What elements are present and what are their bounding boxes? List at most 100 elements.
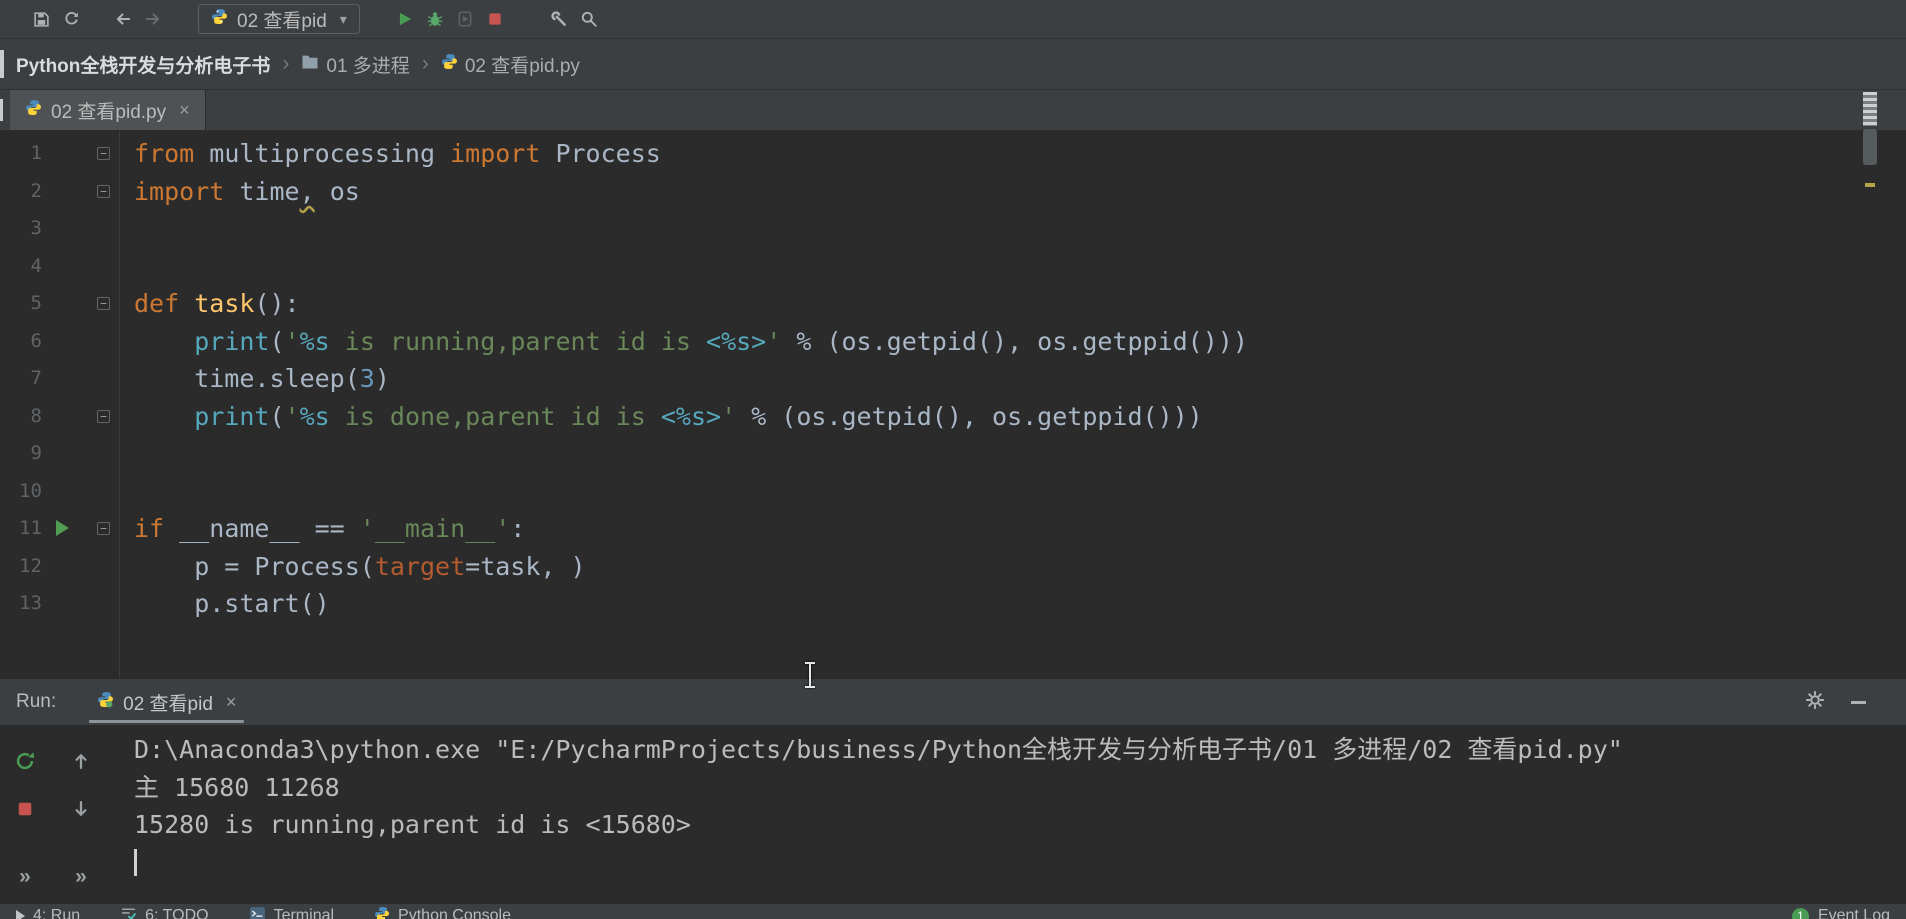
code-line[interactable]: 3 bbox=[0, 210, 1906, 248]
code-token: time bbox=[224, 176, 300, 206]
code-line[interactable]: 12 p = Process(target=task, ) bbox=[0, 548, 1906, 586]
run-console-panel: » » D:\Anaconda3\python.exe "E:/PycharmP… bbox=[0, 725, 1906, 903]
sync-icon[interactable] bbox=[56, 5, 86, 33]
code-line[interactable]: 1− from multiprocessing import Process bbox=[0, 135, 1906, 173]
code-editor[interactable]: 1− from multiprocessing import Process 2− i… bbox=[0, 131, 1906, 678]
gutter: 7 bbox=[0, 360, 119, 398]
toolwindow-label: 6: TODO bbox=[145, 907, 209, 919]
fold-marker-icon[interactable]: − bbox=[97, 409, 110, 423]
stop-console-icon[interactable] bbox=[12, 796, 38, 822]
breadcrumb-file[interactable]: 02 查看pid.py bbox=[441, 51, 580, 78]
scrollbar-thumb[interactable] bbox=[1863, 129, 1877, 165]
line-number[interactable]: 13 bbox=[0, 585, 42, 623]
run-icon[interactable] bbox=[390, 5, 420, 33]
up-arrow-icon[interactable] bbox=[68, 748, 94, 774]
line-number[interactable]: 9 bbox=[0, 435, 42, 473]
code-token: ' bbox=[284, 401, 300, 431]
line-number[interactable]: 7 bbox=[0, 360, 42, 398]
run-gutter-icon[interactable] bbox=[56, 520, 69, 536]
line-number[interactable]: 11 bbox=[0, 510, 42, 548]
code-line[interactable]: 6 print('%s is running,parent id is <%s>… bbox=[0, 323, 1906, 361]
code-line[interactable]: 5− def task(): bbox=[0, 285, 1906, 323]
rerun-icon[interactable] bbox=[12, 748, 38, 774]
line-number[interactable]: 6 bbox=[0, 323, 42, 361]
code-line[interactable]: 2 − import time, os bbox=[0, 173, 1906, 211]
line-number[interactable]: 3 bbox=[0, 210, 42, 248]
run-config-selector[interactable]: 02 查看pid ▾ bbox=[198, 4, 360, 34]
fold-marker-icon[interactable]: − bbox=[97, 147, 110, 160]
code-text: print('%s is done,parent id is <%s>' % (… bbox=[119, 398, 1203, 436]
mouse-cursor-ibeam bbox=[803, 661, 817, 689]
code-token: import bbox=[450, 139, 541, 168]
code-text: import time, os bbox=[119, 173, 360, 211]
line-number[interactable]: 2 bbox=[0, 173, 42, 211]
wrench-icon[interactable] bbox=[544, 5, 574, 33]
code-line[interactable]: 11− if __name__ == '__main__': bbox=[0, 510, 1906, 548]
gutter: 8− bbox=[0, 398, 119, 436]
breadcrumb-folder[interactable]: 01 多进程 bbox=[301, 51, 410, 78]
code-line[interactable]: 9 bbox=[0, 435, 1906, 473]
code-token: % (os.getpid(), os.getppid())) bbox=[736, 401, 1203, 431]
folder-icon bbox=[301, 53, 319, 75]
run-panel-header-actions bbox=[1805, 690, 1890, 715]
code-token: %s bbox=[299, 326, 330, 356]
code-line[interactable]: 8− print('%s is done,parent id is <%s>' … bbox=[0, 398, 1906, 436]
back-icon[interactable] bbox=[108, 5, 138, 33]
down-arrow-icon[interactable] bbox=[68, 796, 94, 822]
status-bar: 4: Run 6: TODO Terminal Python Console 1… bbox=[0, 903, 1906, 919]
search-icon[interactable] bbox=[574, 5, 604, 33]
code-token: ( bbox=[269, 401, 285, 431]
code-line[interactable]: 13 p.start() bbox=[0, 585, 1906, 623]
coverage-icon[interactable] bbox=[450, 5, 480, 33]
code-line[interactable]: 4 bbox=[0, 248, 1906, 286]
code-token: def bbox=[134, 289, 195, 318]
toolwindow-run-button[interactable]: 4: Run bbox=[16, 907, 80, 919]
debug-icon[interactable] bbox=[420, 5, 450, 33]
code-line[interactable]: 10 bbox=[0, 473, 1906, 511]
fold-marker-icon[interactable]: − bbox=[97, 297, 110, 310]
code-text: p.start() bbox=[119, 585, 329, 623]
line-number[interactable]: 5 bbox=[0, 285, 42, 323]
forward-icon[interactable] bbox=[138, 5, 168, 33]
gutter: 11 − bbox=[0, 510, 119, 548]
event-log-button[interactable]: 1 Event Log bbox=[1791, 907, 1890, 919]
line-number[interactable]: 1 bbox=[0, 135, 42, 173]
line-number[interactable]: 8 bbox=[0, 398, 42, 436]
warning-stripe-mark[interactable] bbox=[1865, 183, 1875, 187]
editor-tab-label: 02 查看pid.py bbox=[51, 101, 167, 123]
toolwindow-terminal-button[interactable]: Terminal bbox=[249, 905, 334, 919]
more-actions-icon[interactable]: » bbox=[68, 864, 94, 890]
run-tab[interactable]: 02 查看pid × bbox=[84, 679, 249, 725]
line-number[interactable]: 4 bbox=[0, 248, 42, 286]
toolwindow-python-console-button[interactable]: Python Console bbox=[374, 906, 511, 919]
code-token: , bbox=[299, 176, 315, 206]
save-icon[interactable] bbox=[26, 5, 56, 33]
gear-icon[interactable] bbox=[1805, 690, 1825, 715]
fold-marker-icon[interactable]: − bbox=[97, 184, 110, 198]
code-line[interactable]: 7 time.sleep(3) bbox=[0, 360, 1906, 398]
line-number[interactable]: 12 bbox=[0, 548, 42, 586]
editor-tab[interactable]: 02 查看pid.py × bbox=[10, 90, 206, 130]
tab-close-icon[interactable]: × bbox=[179, 100, 190, 121]
code-token: time.sleep( bbox=[134, 364, 360, 393]
run-console[interactable]: D:\Anaconda3\python.exe "E:/PycharmProje… bbox=[134, 731, 1846, 903]
tab-close-icon[interactable]: × bbox=[226, 692, 237, 713]
gutter: 13 bbox=[0, 585, 119, 623]
console-line: 15280 is running,parent id is <15680> bbox=[134, 810, 691, 839]
breadcrumb-project[interactable]: Python全栈开发与分析电子书 bbox=[16, 51, 270, 78]
inspection-indicator[interactable] bbox=[1863, 92, 1877, 126]
left-edge-marker bbox=[0, 50, 4, 78]
fold-marker-icon[interactable]: − bbox=[97, 522, 110, 535]
stop-icon[interactable] bbox=[480, 5, 510, 33]
gutter: 3 bbox=[0, 210, 119, 248]
gutter: 10 bbox=[0, 473, 119, 511]
run-config-label: 02 查看pid bbox=[237, 10, 327, 32]
line-number[interactable]: 10 bbox=[0, 473, 42, 511]
toolwindow-todo-button[interactable]: 6: TODO bbox=[120, 905, 209, 919]
hide-panel-icon[interactable] bbox=[1851, 700, 1866, 704]
gutter: 5− bbox=[0, 285, 119, 323]
more-actions-icon[interactable]: » bbox=[12, 864, 38, 890]
code-token: 3 bbox=[359, 364, 375, 393]
gutter: 9 bbox=[0, 435, 119, 473]
